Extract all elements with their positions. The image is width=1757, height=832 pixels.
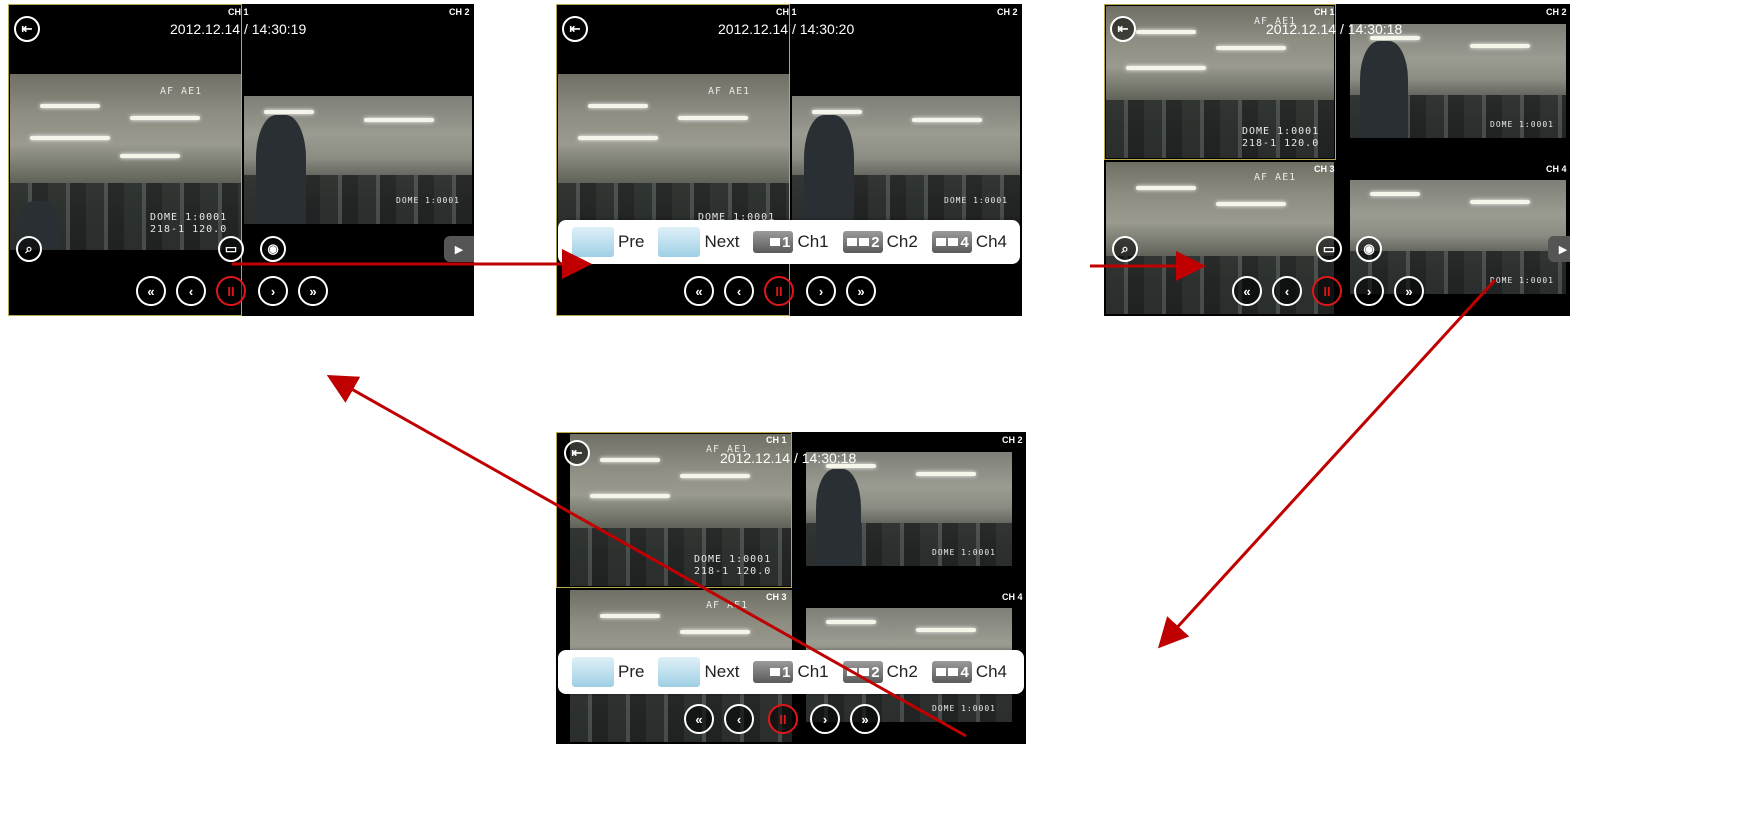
ch2-video[interactable]: DOME 1:0001 <box>806 452 1012 566</box>
ch1-label: CH 1 <box>766 435 787 445</box>
ch1-layout-button[interactable]: 1 Ch1 <box>753 661 829 683</box>
next-arrow-icon <box>658 657 701 687</box>
pause-button[interactable]: II <box>768 704 798 734</box>
pre-arrow-icon <box>572 227 614 257</box>
pre-button[interactable]: Pre <box>572 657 644 687</box>
datetime: 2012.12.14 / 14:30:18 <box>720 450 857 466</box>
datetime: 2012.12.14 / 14:30:20 <box>718 21 855 37</box>
ch4-label: CH 4 <box>1002 592 1023 602</box>
camera-icon[interactable]: ◉ <box>260 236 286 262</box>
dual-layout-icon: 2 <box>842 661 883 683</box>
ch4-layout-button[interactable]: 4 Ch4 <box>931 231 1007 253</box>
camera-icon[interactable]: ◉ <box>1356 236 1382 262</box>
ch2-layout-button[interactable]: 2 Ch2 <box>842 661 918 683</box>
ch1-label: CH 1 <box>776 7 797 17</box>
single-layout-icon: 1 <box>753 231 794 253</box>
pre-button[interactable]: Pre <box>572 227 644 257</box>
next-arrow-icon <box>658 227 701 257</box>
exit-icon[interactable]: ⇤ <box>1110 16 1136 42</box>
arrow-3-to-4 <box>1157 278 1497 649</box>
ch4-video[interactable]: DOME 1:0001 <box>1350 180 1566 294</box>
ch3-label: CH 3 <box>1314 164 1335 174</box>
layout-icon[interactable]: ▭ <box>1316 236 1342 262</box>
exit-icon[interactable]: ⇤ <box>564 440 590 466</box>
channel-toolbar: Pre Next 1 Ch1 2 Ch2 4 Ch4 <box>558 220 1020 264</box>
ch1-label: CH 1 <box>1314 7 1335 17</box>
osd-right: DOME 1:0001 <box>932 704 996 713</box>
screen-1: AF AE1 DOME 1:0001 218-1 120.0 DOME 1:00… <box>8 4 474 316</box>
next-button[interactable]: › <box>1354 276 1384 306</box>
fast-forward-button[interactable]: » <box>850 704 880 734</box>
fast-forward-button[interactable]: » <box>298 276 328 306</box>
pause-button[interactable]: II <box>764 276 794 306</box>
fast-rewind-button[interactable]: « <box>136 276 166 306</box>
ch2-video[interactable]: DOME 1:0001 <box>1350 24 1566 138</box>
screen-3: AF AE1 DOME 1:0001 218-1 120.0 DOME 1:00… <box>1104 4 1570 316</box>
next-button[interactable]: Next <box>658 227 739 257</box>
ch4-label: CH 4 <box>1546 164 1567 174</box>
pre-arrow-icon <box>572 657 614 687</box>
ch2-video[interactable]: DOME 1:0001 <box>792 96 1020 224</box>
quad-layout-icon: 4 <box>931 661 972 683</box>
next-step-button[interactable]: › <box>806 276 836 306</box>
fast-rewind-button[interactable]: « <box>1232 276 1262 306</box>
zoom-icon[interactable]: ⌕ <box>1112 236 1138 262</box>
osd-right: DOME 1:0001 <box>932 548 996 557</box>
datetime: 2012.12.14 / 14:30:19 <box>170 21 307 37</box>
ch1-layout-button[interactable]: 1 Ch1 <box>753 231 829 253</box>
prev-button[interactable]: ‹ <box>176 276 206 306</box>
single-layout-icon: 1 <box>753 661 794 683</box>
osd-right: DOME 1:0001 <box>944 196 1008 205</box>
prev-button[interactable]: ‹ <box>1272 276 1302 306</box>
pause-button[interactable]: II <box>1312 276 1342 306</box>
zoom-icon[interactable]: ⌕ <box>16 236 42 262</box>
screen-2: AF AE1 DOME 1:0001 DOME 1:0001 CH 1 CH 2… <box>556 4 1022 316</box>
next-button[interactable]: › <box>258 276 288 306</box>
osd-right: DOME 1:0001 <box>396 196 460 205</box>
screen-4: AF AE1 DOME 1:0001 218-1 120.0 DOME 1:00… <box>556 432 1026 744</box>
fast-rewind-button[interactable]: « <box>684 704 714 734</box>
dual-layout-icon: 2 <box>842 231 883 253</box>
osd-right: DOME 1:0001 <box>1490 120 1554 129</box>
ch2-layout-button[interactable]: 2 Ch2 <box>842 231 918 253</box>
ch2-video[interactable]: DOME 1:0001 <box>244 96 472 224</box>
datetime: 2012.12.14 / 14:30:18 <box>1266 21 1403 37</box>
osd-top: AF AE1 <box>1254 172 1297 183</box>
osd-top: AF AE1 <box>706 600 749 611</box>
next-button[interactable]: Next <box>658 657 739 687</box>
fast-rewind-button[interactable]: « <box>684 276 714 306</box>
exit-icon[interactable]: ⇤ <box>562 16 588 42</box>
prev-button[interactable]: ‹ <box>724 704 754 734</box>
ch3-label: CH 3 <box>766 592 787 602</box>
layout-icon[interactable]: ▭ <box>218 236 244 262</box>
channel-toolbar: Pre Next 1 Ch1 2 Ch2 4 Ch4 <box>558 650 1024 694</box>
quad-layout-icon: 4 <box>931 231 972 253</box>
ch1-label: CH 1 <box>228 7 249 17</box>
side-tab[interactable]: ▶ <box>444 236 474 262</box>
prev-button[interactable]: ‹ <box>724 276 754 306</box>
fast-forward-button[interactable]: » <box>1394 276 1424 306</box>
pause-button[interactable]: II <box>216 276 246 306</box>
ch4-layout-button[interactable]: 4 Ch4 <box>931 661 1007 683</box>
ch2-label: CH 2 <box>997 7 1018 17</box>
exit-icon[interactable]: ⇤ <box>14 16 40 42</box>
ch2-label: CH 2 <box>449 7 470 17</box>
next-step-button[interactable]: › <box>810 704 840 734</box>
osd-right: DOME 1:0001 <box>1490 276 1554 285</box>
ch2-label: CH 2 <box>1002 435 1023 445</box>
side-tab[interactable]: ▶ <box>1548 236 1570 262</box>
fast-forward-button[interactable]: » <box>846 276 876 306</box>
ch2-label: CH 2 <box>1546 7 1567 17</box>
